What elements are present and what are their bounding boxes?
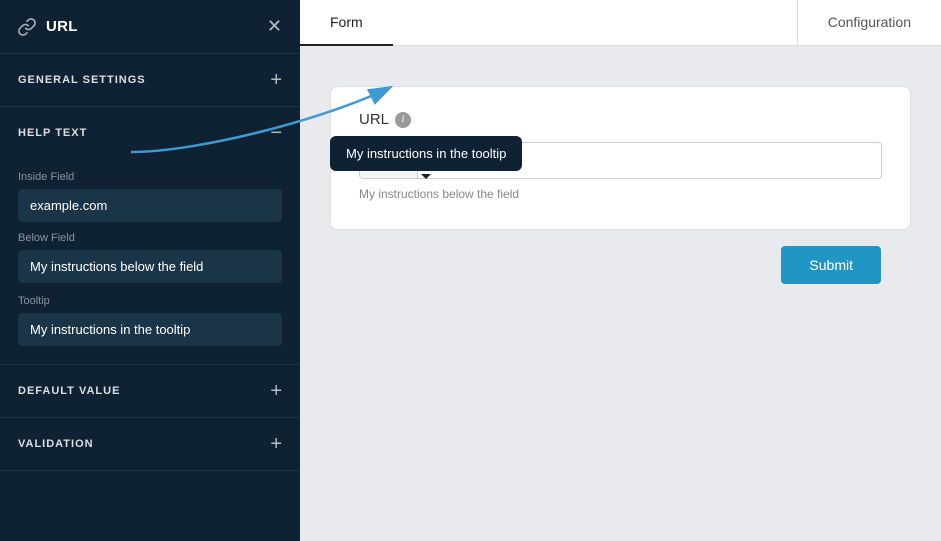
tab-configuration[interactable]: Configuration — [797, 0, 941, 45]
help-text-label: HELP TEXT — [18, 127, 87, 139]
tooltip-bubble: My instructions in the tooltip — [330, 136, 522, 171]
main-content: Form Configuration My instructions in th… — [300, 0, 941, 541]
sidebar-header: URL ✕ — [0, 0, 300, 54]
form-area: My instructions in the tooltip URL i htt… — [300, 46, 941, 541]
help-text-toggle-icon: − — [270, 123, 282, 143]
submit-area: Submit — [330, 230, 911, 300]
field-card-title: URL i — [359, 111, 882, 128]
accordion-help-text: HELP TEXT − Inside Field Below Field Too… — [0, 107, 300, 365]
tab-spacer — [393, 0, 797, 45]
tooltip-bubble-text: My instructions in the tooltip — [346, 146, 506, 161]
accordion-header-default-value[interactable]: DEFAULT VALUE + — [0, 365, 300, 417]
accordion-validation: VALIDATION + — [0, 418, 300, 471]
accordion-default-value: DEFAULT VALUE + — [0, 365, 300, 418]
sidebar: URL ✕ GENERAL SETTINGS + HELP TEXT − Ins… — [0, 0, 300, 541]
validation-toggle-icon: + — [270, 434, 282, 454]
help-text-content: Inside Field Below Field Tooltip — [0, 171, 300, 364]
info-icon[interactable]: i — [395, 112, 411, 128]
sidebar-header-left: URL — [18, 18, 78, 36]
below-field-label: Below Field — [18, 232, 282, 244]
default-value-toggle-icon: + — [270, 381, 282, 401]
validation-label: VALIDATION — [18, 438, 94, 450]
link-icon — [18, 18, 36, 36]
below-field-help-text: My instructions below the field — [359, 187, 882, 201]
tab-form[interactable]: Form — [300, 0, 393, 46]
inside-field-label: Inside Field — [18, 171, 282, 183]
sidebar-title: URL — [46, 18, 78, 35]
accordion-header-help-text[interactable]: HELP TEXT − — [0, 107, 300, 159]
accordion-header-general-settings[interactable]: GENERAL SETTINGS + — [0, 54, 300, 106]
tabs-bar: Form Configuration — [300, 0, 941, 46]
submit-button[interactable]: Submit — [781, 246, 881, 284]
close-icon[interactable]: ✕ — [267, 16, 282, 37]
accordion-header-validation[interactable]: VALIDATION + — [0, 418, 300, 470]
arrow-svg-small — [106, 198, 286, 212]
accordion-general-settings: GENERAL SETTINGS + — [0, 54, 300, 107]
tooltip-input[interactable] — [18, 313, 282, 346]
tooltip-label: Tooltip — [18, 295, 282, 307]
general-settings-label: GENERAL SETTINGS — [18, 74, 146, 86]
general-settings-toggle-icon: + — [270, 70, 282, 90]
below-field-input[interactable] — [18, 250, 282, 283]
default-value-label: DEFAULT VALUE — [18, 385, 120, 397]
